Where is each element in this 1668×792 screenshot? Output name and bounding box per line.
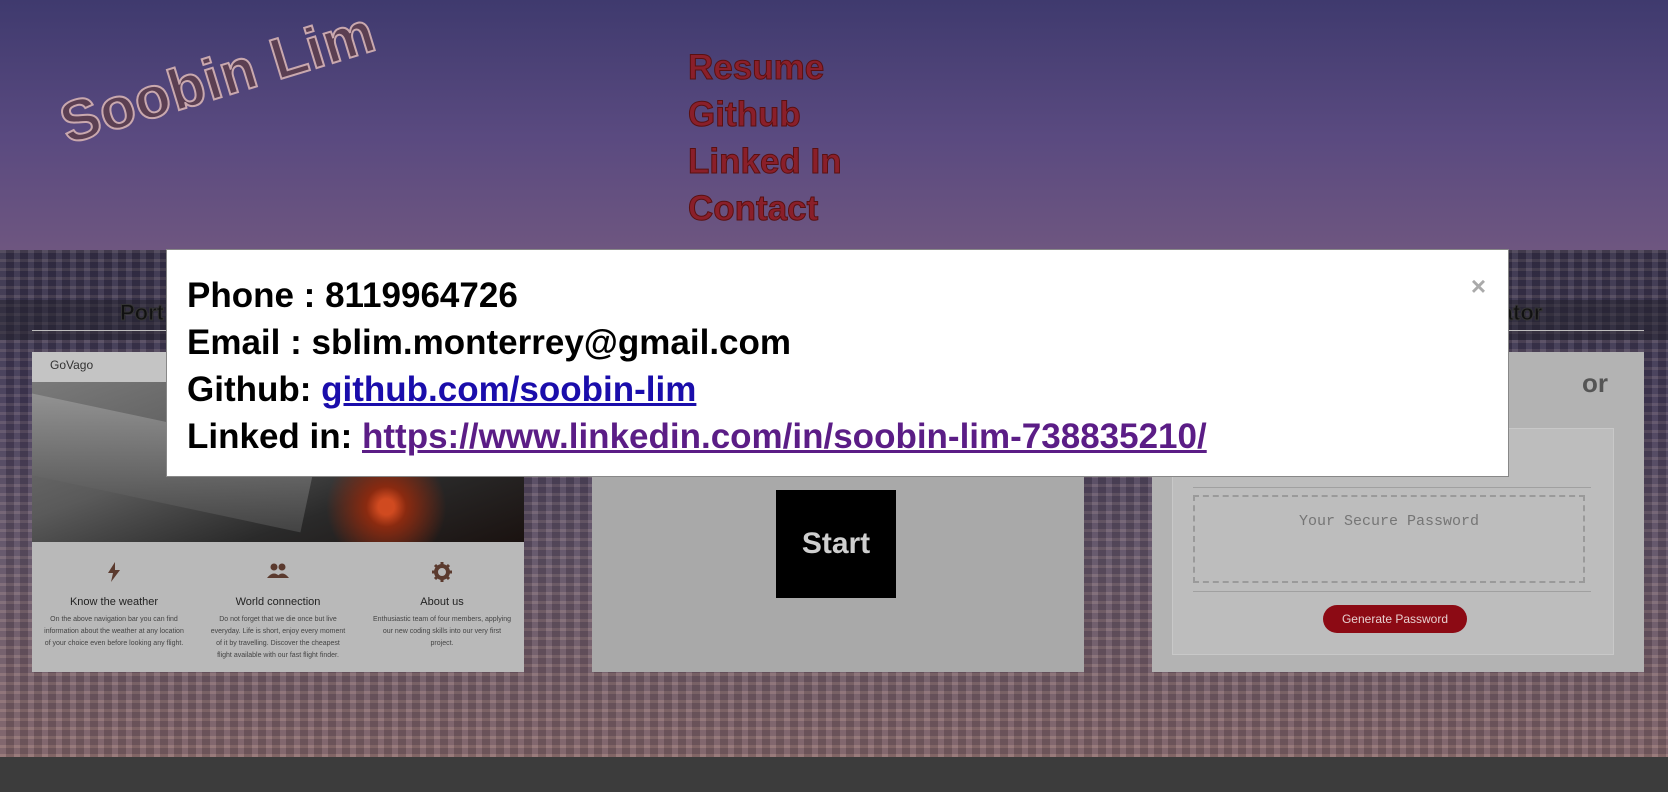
github-link[interactable]: github.com/soobin-lim xyxy=(321,370,696,409)
lightning-icon xyxy=(44,562,184,590)
nav-linkedin[interactable]: Linked In xyxy=(688,138,843,185)
header: Soobin Lim Resume Github Linked In Conta… xyxy=(0,0,1668,250)
feature-text: Enthusiastic team of four members, apply… xyxy=(372,616,512,647)
feature-title: Know the weather xyxy=(69,596,159,608)
portfolio-heading: Port xyxy=(120,300,165,326)
feature-weather: Know the weather On the above navigation… xyxy=(44,562,184,662)
github-label: Github: xyxy=(187,370,322,409)
phone-line: Phone : 8119964726 xyxy=(187,272,1207,319)
contact-details: Phone : 8119964726 Email : sblim.monterr… xyxy=(187,272,1207,460)
phone-label: Phone : xyxy=(187,276,326,315)
footer-bar xyxy=(0,757,1668,792)
main-nav: Resume Github Linked In Contact xyxy=(688,44,843,232)
phone-value: 8119964726 xyxy=(325,276,518,315)
divider xyxy=(1193,591,1591,592)
password-output[interactable] xyxy=(1193,495,1585,583)
contact-modal: × Phone : 8119964726 Email : sblim.monte… xyxy=(166,249,1509,477)
nav-resume[interactable]: Resume xyxy=(688,44,842,91)
govago-brand: GoVago xyxy=(50,358,94,372)
linkedin-label: Linked in: xyxy=(187,417,362,456)
password-generator-title: or xyxy=(1582,368,1608,398)
nav-github[interactable]: Github xyxy=(688,91,842,138)
linkedin-link[interactable]: https://www.linkedin.com/in/soobin-lim-7… xyxy=(362,417,1207,456)
email-line: Email : sblim.monterrey@gmail.com xyxy=(187,319,1207,366)
site-logo[interactable]: Soobin Lim xyxy=(51,0,384,158)
github-line: Github: github.com/soobin-lim xyxy=(187,366,1207,413)
linkedin-line: Linked in: https://www.linkedin.com/in/s… xyxy=(187,413,1207,460)
divider xyxy=(1193,487,1591,488)
feature-about: About us Enthusiastic team of four membe… xyxy=(372,562,512,662)
generate-password-button[interactable]: Generate Password xyxy=(1323,605,1467,633)
feature-title: World connection xyxy=(235,596,321,608)
nav-contact[interactable]: Contact xyxy=(688,185,842,232)
gear-icon xyxy=(372,562,512,590)
people-icon xyxy=(208,562,348,590)
feature-connection: World connection Do not forget that we d… xyxy=(208,562,348,662)
close-icon[interactable]: × xyxy=(1471,273,1486,299)
email-value: sblim.monterrey@gmail.com xyxy=(311,323,792,362)
govago-features: Know the weather On the above navigation… xyxy=(32,542,524,662)
feature-text: Do not forget that we die once but live … xyxy=(210,616,346,659)
start-button[interactable]: Start xyxy=(776,490,896,598)
feature-text: On the above navigation bar you can find… xyxy=(44,616,184,647)
email-label: Email : xyxy=(187,323,312,362)
feature-title: About us xyxy=(420,596,464,608)
